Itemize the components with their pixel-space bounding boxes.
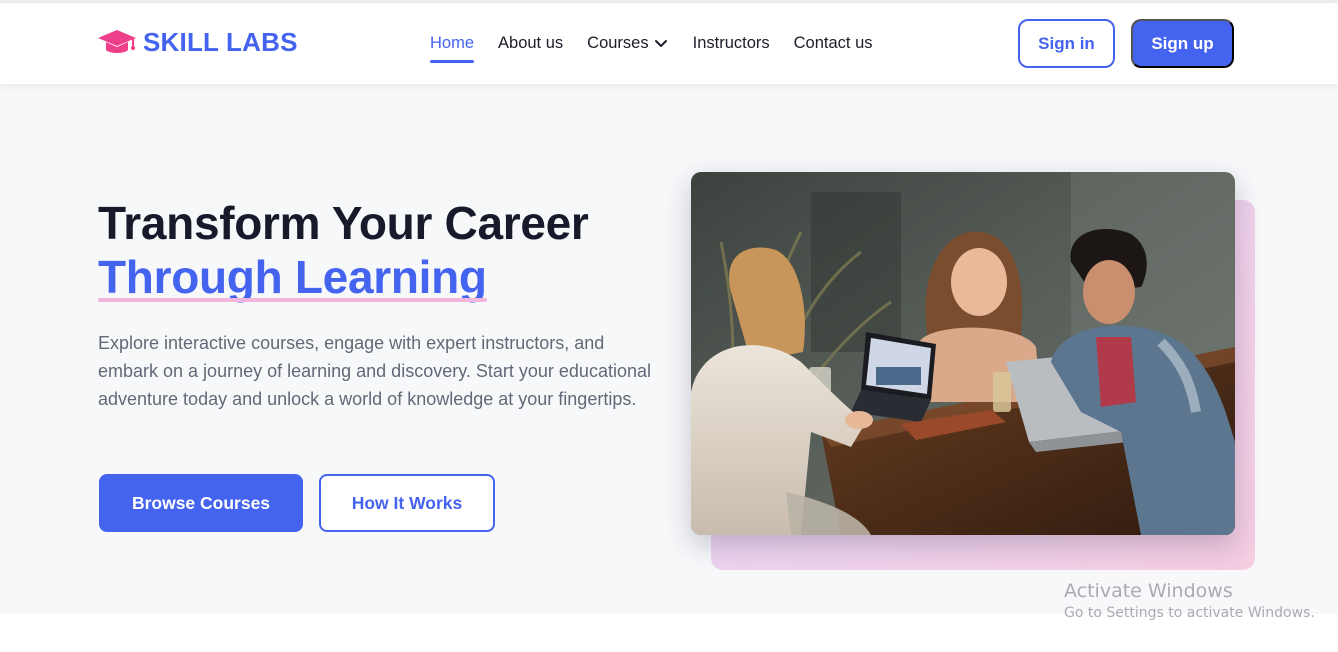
brand-name: SKILL LABS xyxy=(143,27,298,57)
hero-title: Transform Your Career Through Learning xyxy=(98,196,678,304)
browse-courses-button[interactable]: Browse Courses xyxy=(99,474,303,532)
hero-image xyxy=(691,172,1235,535)
graduation-cap-icon xyxy=(97,27,137,57)
hero-description: Explore interactive courses, engage with… xyxy=(98,333,651,409)
nav-item-home[interactable]: Home xyxy=(430,31,475,63)
nav-item-courses[interactable]: Courses xyxy=(587,31,668,55)
sign-up-button[interactable]: Sign up xyxy=(1131,19,1234,68)
activate-windows-title: Activate Windows xyxy=(1064,580,1233,602)
brand-logo[interactable]: SKILL LABS xyxy=(97,27,298,57)
nav-item-about-us[interactable]: About us xyxy=(498,31,563,55)
nav-item-instructors[interactable]: Instructors xyxy=(693,31,770,55)
sign-in-button[interactable]: Sign in xyxy=(1018,19,1115,68)
chevron-down-icon xyxy=(654,40,667,47)
hero-title-highlight: Through Learning xyxy=(98,251,487,303)
nav-item-contact-us[interactable]: Contact us xyxy=(794,31,873,55)
hero-title-line1: Transform Your Career xyxy=(98,197,589,249)
how-it-works-button[interactable]: How It Works xyxy=(319,474,495,532)
main-navigation: Home About us Courses Instructors Contac… xyxy=(430,31,897,63)
navbar: SKILL LABS Home About us Courses Instruc… xyxy=(0,3,1338,84)
hero-section: Transform Your Career Through Learning E… xyxy=(0,84,1338,614)
nav-item-courses-label: Courses xyxy=(587,34,649,52)
activate-windows-subtitle: Go to Settings to activate Windows. xyxy=(1064,605,1315,621)
